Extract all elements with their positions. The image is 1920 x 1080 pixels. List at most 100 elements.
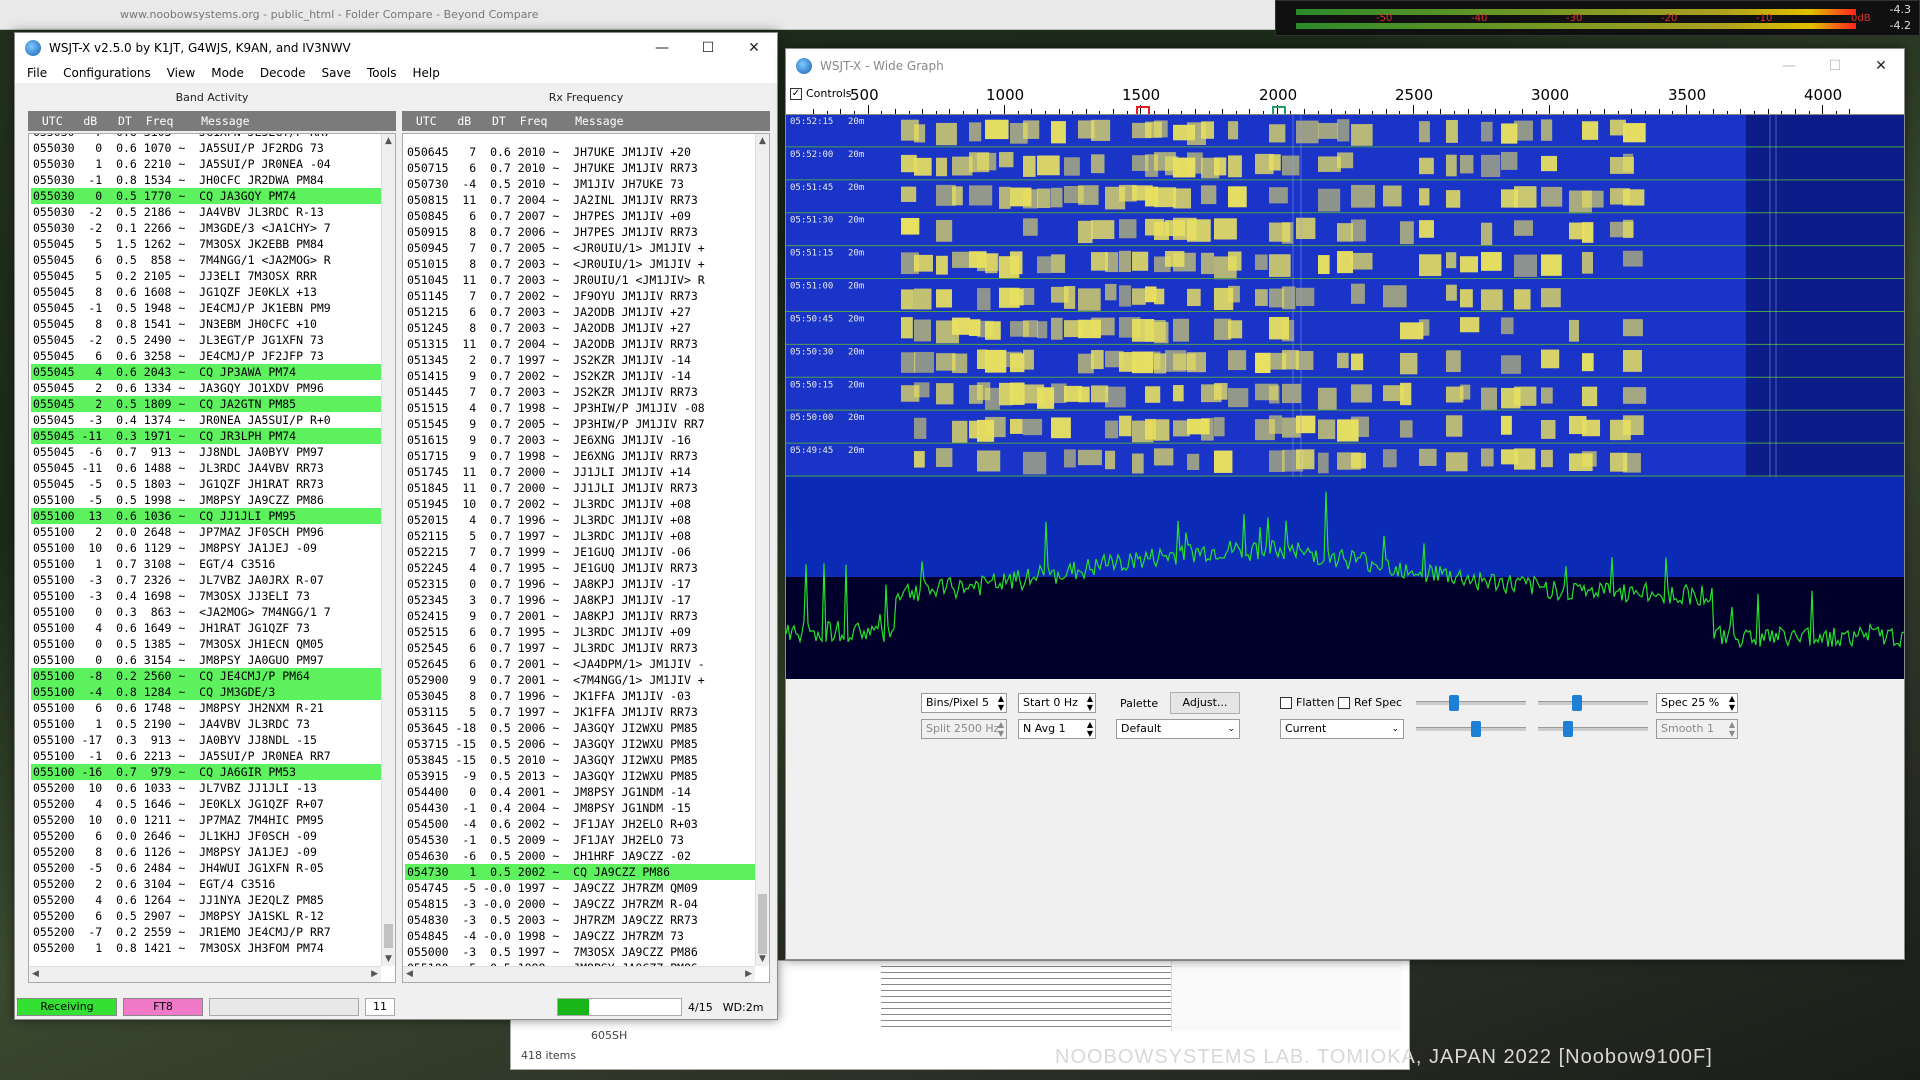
decode-row[interactable]: 055100 1 0.5 2190 ~ JA4VBV JL3RDC 73 bbox=[31, 716, 383, 732]
decode-row[interactable]: 054815 -3 -0.0 2000 ~ JA9CZZ JH7RZM R-04 bbox=[405, 896, 757, 912]
scroll-up-icon[interactable]: ▲ bbox=[385, 136, 392, 146]
rx-frequency-list[interactable]: 050645 7 0.6 2010 ~ JH7UKE JM1JIV +20 050… bbox=[402, 133, 770, 983]
decode-row[interactable]: 055200 10 0.0 1211 ~ JP7MAZ 7M4HIC PM95 bbox=[31, 812, 383, 828]
tx-marker-icon[interactable] bbox=[1272, 106, 1286, 114]
decode-row[interactable]: 055000 -3 0.5 1997 ~ 7M3OSX JA9CZZ PM86 bbox=[405, 944, 757, 960]
decode-row[interactable]: 053045 8 0.7 1996 ~ JK1FFA JM1JIV -03 bbox=[405, 688, 757, 704]
decode-row[interactable]: 054845 -4 -0.0 1998 ~ JA9CZZ JH7RZM 73 bbox=[405, 928, 757, 944]
menu-save[interactable]: Save bbox=[313, 66, 358, 80]
decode-row[interactable]: 055200 4 0.5 1646 ~ JE0KLX JG1QZF R+07 bbox=[31, 796, 383, 812]
decode-row[interactable]: 055100 10 0.6 1129 ~ JM8PSY JA1JEJ -09 bbox=[31, 540, 383, 556]
decode-row[interactable]: 050945 7 0.7 2005 ~ <JR0UIU/1> JM1JIV + bbox=[405, 240, 757, 256]
decode-row[interactable]: 054830 -3 0.5 2003 ~ JH7RZM JA9CZZ RR73 bbox=[405, 912, 757, 928]
decode-row[interactable]: 055045 8 0.8 1541 ~ JN3EBM JH0CFC +10 bbox=[31, 316, 383, 332]
maximize-icon[interactable]: ☐ bbox=[685, 33, 731, 63]
decode-row[interactable]: 055045 8 0.6 1608 ~ JG1QZF JE0KLX +13 bbox=[31, 284, 383, 300]
minimize-icon[interactable]: — bbox=[1766, 49, 1812, 83]
decode-row[interactable]: 055045 5 1.5 1262 ~ 7M3OSX JK2EBB PM84 bbox=[31, 236, 383, 252]
spin-arrows-icon[interactable]: ▲ ▼ bbox=[1729, 720, 1735, 738]
decode-row[interactable]: 051015 8 0.7 2003 ~ <JR0UIU/1> JM1JIV + bbox=[405, 256, 757, 272]
decode-row[interactable]: 055100 0 0.5 1385 ~ 7M3OSX JH1ECN QM05 bbox=[31, 636, 383, 652]
decode-row[interactable]: 054530 -1 0.5 2009 ~ JF1JAY JH2ELO 73 bbox=[405, 832, 757, 848]
decode-row[interactable]: 055045 -11 0.6 1488 ~ JL3RDC JA4VBV RR73 bbox=[31, 460, 383, 476]
decode-row[interactable]: 055100 -16 0.7 979 ~ CQ JA6GIR PM53 bbox=[31, 764, 383, 780]
decode-row[interactable]: 054745 -5 -0.0 1997 ~ JA9CZZ JH7RZM QM09 bbox=[405, 880, 757, 896]
decode-row[interactable]: 051745 11 0.7 2000 ~ JJ1JLI JM1JIV +14 bbox=[405, 464, 757, 480]
decode-row[interactable]: 051345 2 0.7 1997 ~ JS2KZR JM1JIV -14 bbox=[405, 352, 757, 368]
decode-row[interactable]: 055030 -2 0.5 2186 ~ JA4VBV JL3RDC R-13 bbox=[31, 204, 383, 220]
decode-row[interactable]: 055045 -6 0.7 913 ~ JJ8NDL JA0BYV PM97 bbox=[31, 444, 383, 460]
decode-row[interactable]: 050645 7 0.6 2010 ~ JH7UKE JM1JIV +20 bbox=[405, 144, 757, 160]
decode-row[interactable]: 051215 6 0.7 2003 ~ JA2ODB JM1JIV +27 bbox=[405, 304, 757, 320]
decode-row[interactable]: 055100 -5 0.5 1998 ~ JM8PSY JA9CZZ PM86 bbox=[31, 492, 383, 508]
scroll-left-icon[interactable]: ◀ bbox=[32, 969, 39, 979]
slider-thumb[interactable] bbox=[1471, 721, 1481, 737]
explorer-file-label[interactable]: 605SH bbox=[591, 1029, 627, 1042]
menu-configurations[interactable]: Configurations bbox=[55, 66, 159, 80]
close-icon[interactable]: ✕ bbox=[731, 33, 777, 63]
spin-arrows-icon[interactable]: ▲ ▼ bbox=[998, 720, 1004, 738]
scroll-up-icon[interactable]: ▲ bbox=[759, 136, 766, 146]
spin-arrows-icon[interactable]: ▲ ▼ bbox=[998, 694, 1004, 712]
decode-row[interactable]: 055200 6 0.0 2646 ~ JL1KHJ JF0SCH -09 bbox=[31, 828, 383, 844]
menu-help[interactable]: Help bbox=[405, 66, 448, 80]
spin-arrows-icon[interactable]: ▲ ▼ bbox=[1729, 694, 1735, 712]
decode-row[interactable]: 054730 1 0.5 2002 ~ CQ JA9CZZ PM86 bbox=[405, 864, 757, 880]
decode-row[interactable]: 055100 -17 0.3 913 ~ JA0BYV JJ8NDL -15 bbox=[31, 732, 383, 748]
decode-row[interactable]: 051545 9 0.7 2005 ~ JP3HIW/P JM1JIV RR7 bbox=[405, 416, 757, 432]
split-spinbox[interactable]: Split 2500 Hz ▲ ▼ bbox=[921, 719, 1007, 739]
decode-row[interactable]: 051945 10 0.7 2002 ~ JL3RDC JM1JIV +08 bbox=[405, 496, 757, 512]
band-activity-hscroll[interactable]: ◀ ▶ bbox=[29, 966, 381, 982]
spec-percent-spinbox[interactable]: Spec 25 % ▲ ▼ bbox=[1656, 693, 1738, 713]
decode-row[interactable]: 052245 4 0.7 1995 ~ JE1GUQ JM1JIV RR73 bbox=[405, 560, 757, 576]
decode-row[interactable]: 055100 -4 0.8 1284 ~ CQ JM3GDE/3 bbox=[31, 684, 383, 700]
decode-row[interactable]: 055100 0 0.6 3154 ~ JM8PSY JA0GUO PM97 bbox=[31, 652, 383, 668]
flatten-checkbox[interactable]: Flatten bbox=[1280, 696, 1335, 709]
maximize-icon[interactable]: ☐ bbox=[1812, 49, 1858, 83]
ref-zero-slider[interactable] bbox=[1538, 721, 1648, 737]
decode-row[interactable]: 051415 9 0.7 2002 ~ JS2KZR JM1JIV -14 bbox=[405, 368, 757, 384]
menu-tools[interactable]: Tools bbox=[359, 66, 405, 80]
decode-row[interactable]: 052315 0 0.7 1996 ~ JA8KPJ JM1JIV -17 bbox=[405, 576, 757, 592]
decode-row[interactable]: 055100 6 0.6 1748 ~ JM8PSY JH2NXM R-21 bbox=[31, 700, 383, 716]
menu-decode[interactable]: Decode bbox=[252, 66, 314, 80]
decode-row[interactable]: 052115 5 0.7 1997 ~ JL3RDC JM1JIV +08 bbox=[405, 528, 757, 544]
controls-checkbox[interactable]: ✓ Controls bbox=[790, 87, 852, 100]
decode-row[interactable]: 050730 -4 0.5 2010 ~ JM1JIV JH7UKE 73 bbox=[405, 176, 757, 192]
decode-row[interactable]: 052345 3 0.7 1996 ~ JA8KPJ JM1JIV -17 bbox=[405, 592, 757, 608]
decode-row[interactable]: 051845 11 0.7 2000 ~ JJ1JLI JM1JIV RR73 bbox=[405, 480, 757, 496]
decode-row[interactable]: 052015 4 0.7 1996 ~ JL3RDC JM1JIV +08 bbox=[405, 512, 757, 528]
decode-row[interactable]: 055030 -1 0.8 1534 ~ JH0CFC JR2DWA PM84 bbox=[31, 172, 383, 188]
decode-row[interactable]: 055045 6 0.6 3258 ~ JE4CMJ/P JF2JFP 73 bbox=[31, 348, 383, 364]
decode-row[interactable]: 052415 9 0.7 2001 ~ JA8KPJ JM1JIV RR73 bbox=[405, 608, 757, 624]
scroll-right-icon[interactable]: ▶ bbox=[371, 969, 378, 979]
decode-row[interactable]: 052545 6 0.7 1997 ~ JL3RDC JM1JIV RR73 bbox=[405, 640, 757, 656]
decode-row[interactable]: 055100 -3 0.4 1698 ~ 7M3OSX JJ3ELI 73 bbox=[31, 588, 383, 604]
decode-row[interactable]: 054500 -4 0.6 2002 ~ JF1JAY JH2ELO R+03 bbox=[405, 816, 757, 832]
n-avg-spinbox[interactable]: N Avg 1 ▲ ▼ bbox=[1018, 719, 1096, 739]
palette-dropdown[interactable]: Default ⌄ bbox=[1116, 719, 1240, 739]
decode-row[interactable]: 050715 6 0.7 2010 ~ JH7UKE JM1JIV RR73 bbox=[405, 160, 757, 176]
wide-graph-titlebar[interactable]: WSJT-X - Wide Graph — ☐ ✕ bbox=[786, 49, 1904, 83]
slider-thumb[interactable] bbox=[1572, 695, 1582, 711]
decode-row[interactable]: 055100 0 0.3 863 ~ <JA2MOG> 7M4NGG/1 7 bbox=[31, 604, 383, 620]
decode-row[interactable]: 055045 -2 0.5 2490 ~ JL3EGT/P JG1XFN 73 bbox=[31, 332, 383, 348]
scroll-down-icon[interactable]: ▼ bbox=[759, 954, 766, 964]
slider-thumb[interactable] bbox=[1449, 695, 1459, 711]
decode-row[interactable]: 055045 4 0.6 2043 ~ CQ JP3AWA PM74 bbox=[31, 364, 383, 380]
zero-slider[interactable] bbox=[1538, 695, 1648, 711]
decode-row[interactable]: 051315 11 0.7 2004 ~ JA2ODB JM1JIV RR73 bbox=[405, 336, 757, 352]
decode-row[interactable]: 055030 0 0.6 1070 ~ JA5SUI/P JF2RDG 73 bbox=[31, 140, 383, 156]
close-icon[interactable]: ✕ bbox=[1858, 49, 1904, 83]
decode-row[interactable]: 052515 6 0.7 1995 ~ JL3RDC JM1JIV +09 bbox=[405, 624, 757, 640]
decode-row[interactable]: 053645 -18 0.5 2006 ~ JA3GQY JI2WXU PM85 bbox=[405, 720, 757, 736]
decode-row[interactable]: 053115 5 0.7 1997 ~ JK1FFA JM1JIV RR73 bbox=[405, 704, 757, 720]
decode-row[interactable]: 054630 -6 0.5 2000 ~ JH1HRF JA9CZZ -02 bbox=[405, 848, 757, 864]
decode-row[interactable]: 052900 9 0.7 2001 ~ <7M4NGG/1> JM1JIV + bbox=[405, 672, 757, 688]
adjust-button[interactable]: Adjust... bbox=[1170, 692, 1240, 714]
decode-row[interactable]: 055200 2 0.6 3104 ~ EGT/4 C3516 bbox=[31, 876, 383, 892]
decode-row[interactable]: 055045 -11 0.3 1971 ~ CQ JR3LPH PM74 bbox=[31, 428, 383, 444]
decode-row[interactable]: 051715 9 0.7 1998 ~ JE6XNG JM1JIV RR73 bbox=[405, 448, 757, 464]
decode-row[interactable]: 051045 11 0.7 2003 ~ JR0UIU/1 <JM1JIV> R bbox=[405, 272, 757, 288]
scroll-right-icon[interactable]: ▶ bbox=[745, 969, 752, 979]
